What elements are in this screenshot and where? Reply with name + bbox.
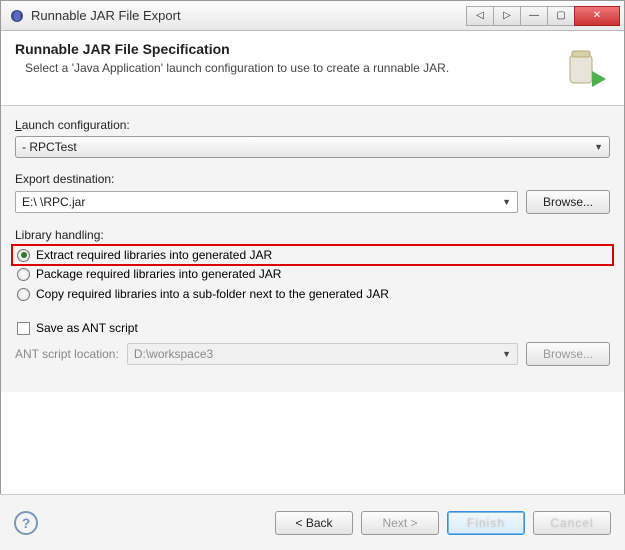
- radio-label: Extract required libraries into generate…: [36, 248, 272, 262]
- radio-icon: [17, 288, 30, 301]
- jar-icon: [560, 41, 610, 91]
- wizard-body: Launch configuration: - RPCTest ▼ Export…: [1, 106, 624, 392]
- back-button[interactable]: < Back: [275, 511, 353, 535]
- checkbox-icon: [17, 322, 30, 335]
- launch-config-selected: - RPCTest: [22, 140, 594, 154]
- checkbox-label: Save as ANT script: [36, 321, 138, 335]
- nav-prev-icon[interactable]: ◁: [466, 6, 494, 26]
- page-title: Runnable JAR File Specification: [15, 41, 560, 57]
- radio-icon: [17, 268, 30, 281]
- launch-config-combo[interactable]: - RPCTest ▼: [15, 136, 610, 158]
- radio-label: Package required libraries into generate…: [36, 267, 281, 281]
- radio-package-libs[interactable]: Package required libraries into generate…: [15, 264, 610, 284]
- export-dest-input[interactable]: E:\ \RPC.jar ▼: [15, 191, 518, 213]
- wizard-footer: ? < Back Next > Finish Cancel: [0, 494, 625, 550]
- save-ant-checkbox[interactable]: Save as ANT script: [15, 318, 610, 338]
- minimize-icon[interactable]: —: [520, 6, 548, 26]
- finish-button[interactable]: Finish: [447, 511, 525, 535]
- library-handling-label: Library handling:: [15, 228, 610, 242]
- titlebar[interactable]: Runnable JAR File Export ◁ ▷ — ▢ ✕: [1, 1, 624, 31]
- radio-icon: [17, 249, 30, 262]
- chevron-down-icon: ▼: [502, 349, 511, 359]
- chevron-down-icon: ▼: [594, 142, 603, 152]
- maximize-icon[interactable]: ▢: [547, 6, 575, 26]
- help-icon[interactable]: ?: [14, 511, 38, 535]
- page-subtitle: Select a 'Java Application' launch confi…: [15, 61, 560, 75]
- nav-next-icon[interactable]: ▷: [493, 6, 521, 26]
- radio-extract-libs[interactable]: Extract required libraries into generate…: [11, 244, 614, 266]
- browse-ant-button: Browse...: [526, 342, 610, 366]
- browse-export-button[interactable]: Browse...: [526, 190, 610, 214]
- launch-config-label: Launch configuration:: [15, 118, 610, 132]
- window-title: Runnable JAR File Export: [31, 8, 467, 23]
- cancel-button[interactable]: Cancel: [533, 511, 611, 535]
- wizard-header: Runnable JAR File Specification Select a…: [1, 31, 624, 106]
- chevron-down-icon: ▼: [502, 197, 511, 207]
- next-button: Next >: [361, 511, 439, 535]
- ant-location-label: ANT script location:: [15, 347, 119, 361]
- close-icon[interactable]: ✕: [574, 6, 620, 26]
- ant-location-input: D:\workspace3 ▼: [127, 343, 518, 365]
- eclipse-icon: [9, 8, 25, 24]
- radio-copy-libs[interactable]: Copy required libraries into a sub-folde…: [15, 284, 610, 304]
- radio-label: Copy required libraries into a sub-folde…: [36, 287, 389, 301]
- export-dest-label: Export destination:: [15, 172, 610, 186]
- window-controls: ◁ ▷ — ▢ ✕: [467, 6, 620, 26]
